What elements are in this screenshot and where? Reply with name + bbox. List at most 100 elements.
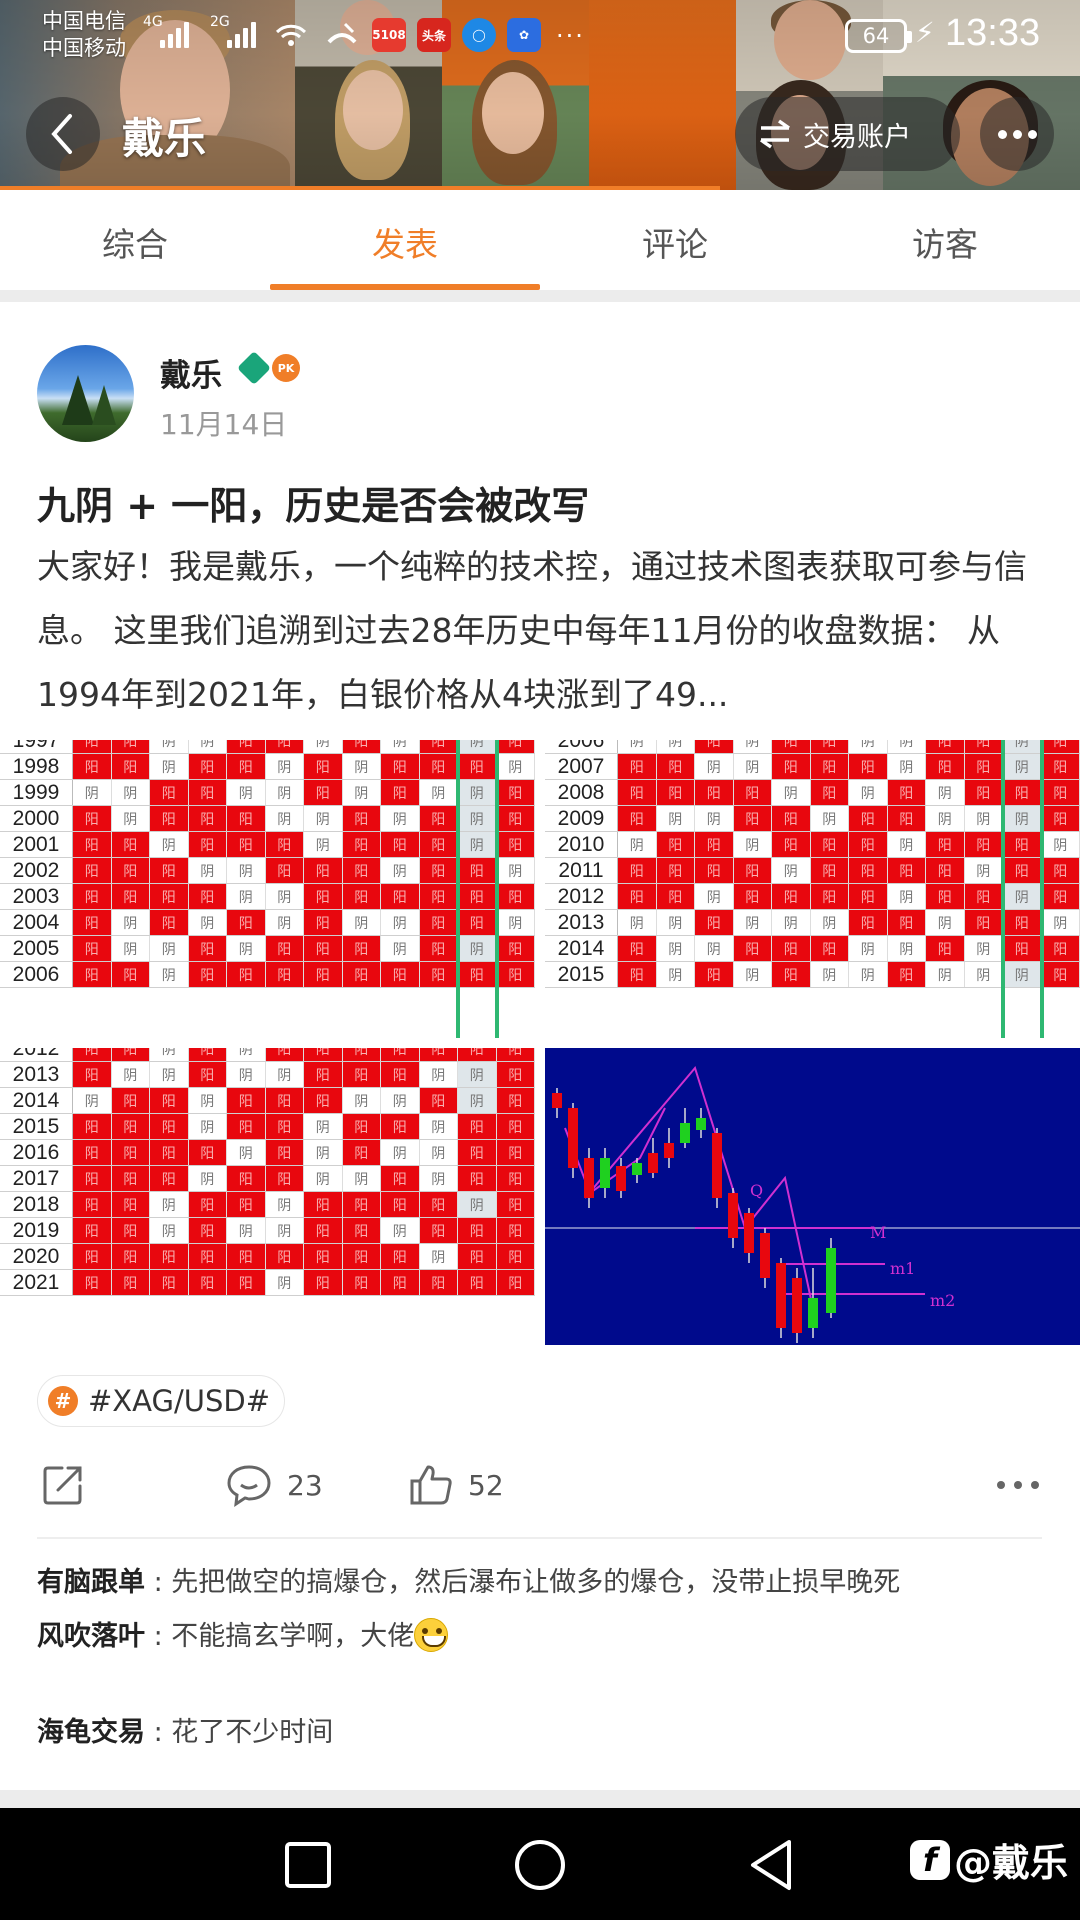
yin-cell: 阴 (888, 884, 926, 909)
yang-cell: 阳 (342, 832, 381, 857)
yang-cell: 阳 (496, 1244, 535, 1269)
yang-cell: 阳 (111, 1048, 150, 1061)
avatar[interactable] (37, 345, 134, 442)
yin-cell: 阴 (343, 754, 381, 779)
year-cell: 2002 (0, 858, 73, 883)
yin-cell: 阴 (304, 740, 343, 753)
yang-cell: 阳 (772, 740, 811, 753)
post-image-table-2[interactable]: 2006 阴阴阳阴阳阳阴阴阳阳阴阳 2007 阳阳阴阴阳阳阳阴阳阳阴阳 2008 阳阳阳阳… (545, 740, 1080, 1038)
yang-cell: 阳 (111, 1114, 150, 1139)
yang-cell: 阳 (150, 806, 189, 831)
yang-cell: 阳 (419, 740, 458, 753)
yang-cell: 阳 (1003, 910, 1042, 935)
tab-posts[interactable]: 发表 (270, 194, 540, 290)
profile-tabs: 综合 发表 评论 访客 (0, 194, 1080, 290)
yang-cell: 阳 (111, 884, 150, 909)
yin-cell: 阴 (227, 858, 266, 883)
highlight-column-line (494, 740, 499, 1038)
yang-cell: 阳 (73, 1192, 112, 1217)
yang-cell: 阳 (458, 1218, 497, 1243)
yang-cell: 阳 (733, 884, 772, 909)
yin-cell: 阴 (657, 740, 695, 753)
yang-cell: 阳 (342, 1270, 381, 1295)
topic-tag[interactable]: # #XAG/USD# (37, 1375, 286, 1427)
yang-cell: 阳 (73, 740, 112, 753)
back-button[interactable] (26, 97, 100, 171)
more-menu-button[interactable] (980, 97, 1054, 171)
yin-cell: 阴 (381, 740, 420, 753)
back-triangle-icon[interactable] (743, 1836, 801, 1894)
post-image-candlestick-chart[interactable]: Q M m1 m2 (545, 1048, 1080, 1345)
year-cell: 2011 (545, 858, 618, 883)
trade-account-button[interactable]: 交易账户 (735, 97, 960, 171)
yin-cell: 阴 (189, 1088, 227, 1113)
swap-icon (759, 119, 791, 149)
table-row: 2012 阳阳阴阳阳阳阳阴阳阳阴阳 (545, 884, 1080, 910)
yang-cell: 阳 (188, 1218, 227, 1243)
recent-apps-square-icon[interactable] (279, 1836, 337, 1894)
yang-cell: 阳 (695, 858, 734, 883)
yang-cell: 阳 (926, 858, 965, 883)
yang-cell: 阳 (188, 1244, 227, 1269)
tab-visitors[interactable]: 访客 (810, 194, 1080, 290)
yang-cell: 阳 (381, 1166, 420, 1191)
yin-cell: 阴 (618, 740, 657, 753)
yang-cell: 阳 (733, 806, 772, 831)
yang-cell: 阳 (73, 1166, 112, 1191)
yang-cell: 阳 (695, 740, 734, 753)
home-circle-icon[interactable] (511, 1836, 569, 1894)
yang-cell: 阳 (496, 1192, 535, 1217)
carrier-2: 中国移动 (42, 36, 126, 60)
yin-cell: 阴 (150, 962, 189, 987)
yin-cell: 阴 (458, 936, 497, 961)
yang-cell: 阳 (265, 936, 304, 961)
tab-overview[interactable]: 综合 (0, 194, 270, 290)
post-body[interactable]: 大家好！我是戴乐，一个纯粹的技术控，通过技术图表获取可参与信息。 这里我们追溯到… (37, 535, 1047, 727)
status-bar: 中国电信 中国移动 4G 2G 5108 头条 ◯ ✿ ··· 64 ⚡ 13:… (0, 0, 1080, 80)
yin-cell: 阴 (965, 936, 1003, 961)
comment-item[interactable]: 风吹落叶 : 不能搞玄学啊，大佬 (37, 1614, 449, 1655)
tab-comments[interactable]: 评论 (540, 194, 810, 290)
yang-cell: 阳 (926, 936, 965, 961)
yang-cell: 阳 (810, 832, 849, 857)
yin-cell: 阴 (458, 780, 497, 805)
yang-cell: 阳 (458, 754, 497, 779)
comment-user: 海龟交易 (37, 1717, 145, 1748)
yang-cell: 阳 (381, 1062, 420, 1087)
yin-cell: 阴 (458, 1088, 497, 1113)
yin-cell: 阴 (888, 740, 926, 753)
yang-cell: 阳 (496, 780, 535, 805)
page-title: 戴乐 (122, 114, 207, 163)
more-button[interactable] (995, 1455, 1041, 1515)
year-cell: 2021 (0, 1270, 73, 1295)
comment-item[interactable]: 有脑跟单 : 先把做空的搞爆仓，然后瀑布让做多的爆仓，没带止损早晚死 (37, 1560, 900, 1599)
post-image-table-3[interactable]: 2012 阳阳阴阳阴阳阳阳阳阳阳阳 2013 阳阴阴阳阴阴阳阳阳阴阴阳 2014 阴阳阳阴… (0, 1048, 535, 1345)
yin-cell: 阴 (772, 780, 811, 805)
yin-cell: 阴 (381, 1140, 420, 1165)
comment-button[interactable]: 23 (225, 1455, 323, 1515)
app-baidu-icon: ✿ (507, 18, 541, 52)
yang-cell: 阳 (1041, 780, 1080, 805)
yang-cell: 阳 (73, 1048, 112, 1061)
yin-cell: 阴 (888, 832, 926, 857)
yin-cell: 阴 (266, 910, 304, 935)
yang-cell: 阳 (73, 832, 112, 857)
yin-cell: 阴 (926, 910, 965, 935)
share-button[interactable] (40, 1455, 86, 1515)
author-name[interactable]: 戴乐 (160, 350, 222, 395)
comment-item[interactable]: 海龟交易 : 花了不少时间 (37, 1710, 333, 1749)
yang-cell: 阳 (227, 832, 266, 857)
yang-cell: 阳 (342, 1062, 381, 1087)
yang-cell: 阳 (496, 1270, 535, 1295)
yang-cell: 阳 (419, 858, 458, 883)
yin-cell: 阴 (189, 1114, 227, 1139)
yang-cell: 阳 (695, 832, 734, 857)
post-title[interactable]: 九阴 + 一阳，历史是否会被改写 (37, 475, 589, 530)
yang-cell: 阳 (618, 754, 657, 779)
app-browser-icon: ◯ (462, 18, 496, 52)
yin-cell: 阴 (381, 1218, 420, 1243)
like-button[interactable]: 52 (408, 1455, 504, 1515)
post-image-table-1[interactable]: 1997 阳阳阴阴阳阳阴阳阴阳阴阳 1998 阳阳阴阳阳阴阳阴阳阳阳阴 1999 阴阴阳阳… (0, 740, 535, 1038)
yin-cell: 阴 (1042, 832, 1080, 857)
yang-cell: 阳 (381, 1114, 420, 1139)
